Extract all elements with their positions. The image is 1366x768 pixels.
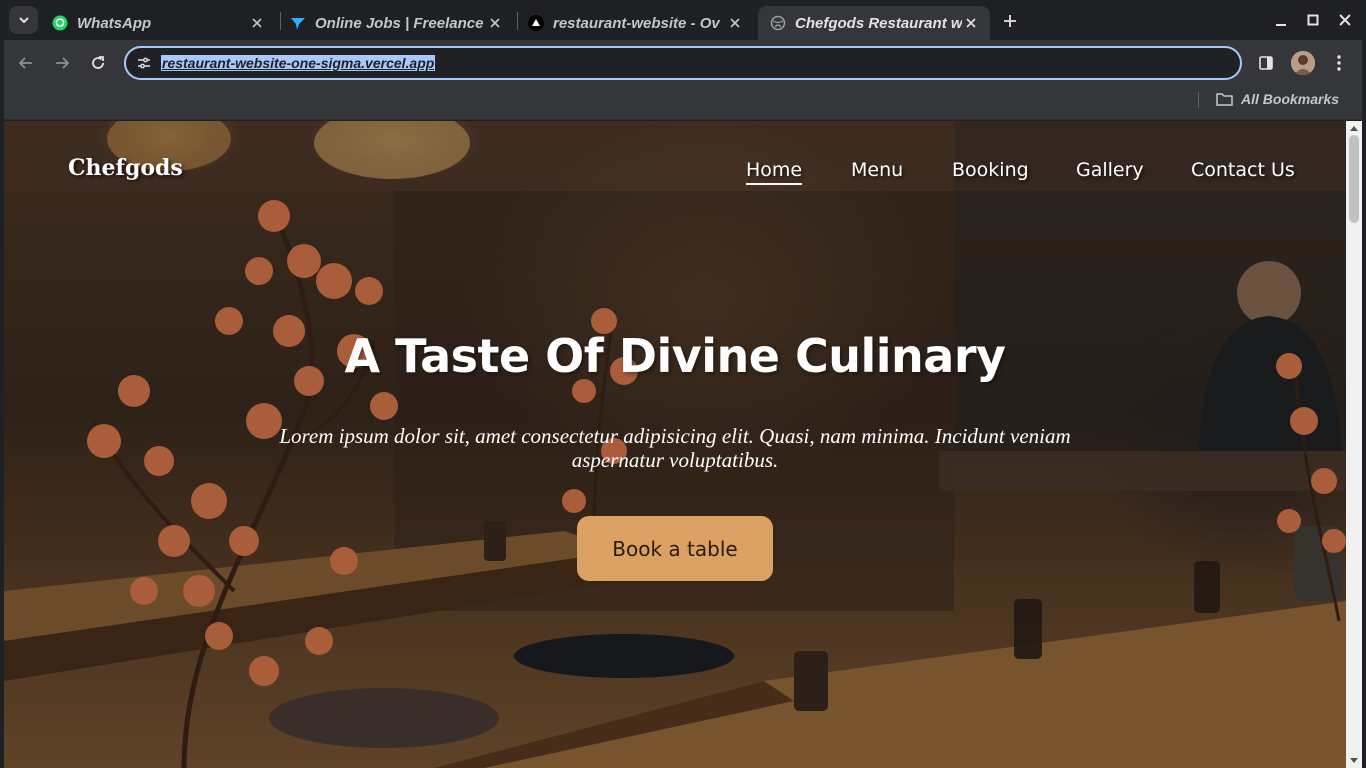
reload-button[interactable] [86,51,110,75]
hero-subtitle: Lorem ipsum dolor sit, amet consectetur … [279,424,1071,472]
nav-link-menu[interactable]: Menu [851,157,903,183]
close-tab-icon[interactable] [486,14,504,32]
site-logo[interactable]: Chefgods [68,155,183,181]
bookmarks-divider [1198,92,1199,108]
tab-title: WhatsApp [77,14,152,32]
minimize-window-button[interactable] [1271,10,1291,30]
arrow-left-icon [18,57,32,69]
maximize-window-button[interactable] [1303,10,1323,30]
scroll-up-icon[interactable] [1346,121,1362,135]
all-bookmarks-label: All Bookmarks [1241,91,1340,107]
maximize-icon [1307,14,1319,26]
tab-strip: WhatsApp Online Jobs | Freelance restaur… [0,0,1366,40]
hero-title: A Taste Of Divine Culinary [344,329,1007,383]
folder-icon [1216,93,1233,106]
side-panel-icon [1259,56,1273,70]
tab-whatsapp[interactable]: WhatsApp [40,6,276,40]
tab-chefgods[interactable]: Chefgods Restaurant w [758,6,990,40]
scrollbar-thumb[interactable] [1349,135,1359,223]
close-tab-icon[interactable] [962,14,980,32]
tab-title: restaurant-website - Ov [553,14,720,32]
nav-link-gallery[interactable]: Gallery [1076,157,1144,183]
tab-title: Chefgods Restaurant w [795,14,962,32]
back-button[interactable] [14,51,38,75]
arrow-right-icon [56,57,70,69]
minimize-icon [1276,24,1286,26]
bookmarks-bar: All Bookmarks [4,86,1362,120]
freelancer-icon [290,15,306,31]
globe-icon [770,15,786,31]
nav-link-booking[interactable]: Booking [952,157,1029,183]
nav-link-contact-us[interactable]: Contact Us [1191,157,1295,183]
profile-avatar[interactable] [1291,51,1315,75]
side-panel-button[interactable] [1254,51,1278,75]
more-vert-icon [1337,55,1341,71]
page-viewport: Chefgods Home Menu Booking Gallery Conta… [4,121,1346,768]
site-navbar: Chefgods Home Menu Booking Gallery Conta… [4,121,1346,191]
page-scrollbar[interactable] [1346,121,1362,768]
vercel-icon [528,15,544,31]
close-window-button[interactable] [1335,10,1355,30]
url-text[interactable]: restaurant-website-one-sigma.vercel.app [161,55,436,71]
new-tab-button[interactable] [998,9,1022,33]
profile-icon [1291,51,1315,75]
nav-link-home[interactable]: Home [746,157,803,185]
browser-menu-button[interactable] [1327,51,1351,75]
close-tab-icon[interactable] [248,14,266,32]
tab-search-button[interactable] [9,6,38,34]
browser-toolbar: restaurant-website-one-sigma.vercel.app [4,40,1362,86]
whatsapp-icon [52,15,68,31]
address-bar[interactable]: restaurant-website-one-sigma.vercel.app [124,46,1242,80]
chevron-down-icon [18,17,29,24]
site-info-icon[interactable] [136,55,152,71]
reload-icon [92,56,104,69]
plus-icon [1004,15,1016,27]
tab-title: Online Jobs | Freelance [315,14,484,32]
close-tab-icon[interactable] [726,14,744,32]
forward-button[interactable] [50,51,74,75]
tab-freelancer[interactable]: Online Jobs | Freelance [278,6,514,40]
book-table-button[interactable]: Book a table [577,516,773,581]
window-edge [1362,40,1366,768]
scroll-down-icon[interactable] [1346,754,1362,768]
all-bookmarks-button[interactable]: All Bookmarks [1216,91,1339,107]
close-icon [1339,14,1351,26]
tab-vercel[interactable]: restaurant-website - Ov [516,6,754,40]
